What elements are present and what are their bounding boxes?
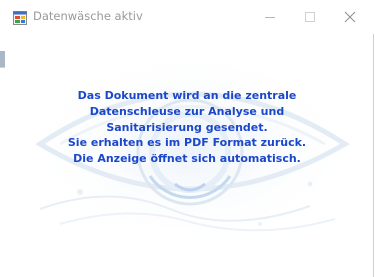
- minimize-button[interactable]: [250, 0, 290, 34]
- maximize-icon: [305, 12, 315, 22]
- dialog-window: Datenwäsche aktiv Das Dokument wird an d…: [0, 0, 374, 277]
- message-line: Datenschleuse zur Analyse und: [89, 104, 285, 118]
- message-line: Sanitarisierung gesendet.: [106, 120, 268, 134]
- message-line: Sie erhalten es im PDF Format zurück.: [67, 136, 307, 150]
- minimize-icon: [265, 17, 275, 18]
- maximize-button[interactable]: [290, 0, 330, 34]
- close-button[interactable]: [330, 0, 370, 34]
- window-title: Datenwäsche aktiv: [33, 9, 143, 23]
- message-line: Das Dokument wird an die zentrale: [77, 89, 297, 102]
- close-icon: [344, 11, 356, 23]
- message-line: Die Anzeige öffnet sich automatisch.: [73, 152, 301, 166]
- windows-form-icon[interactable]: [13, 10, 27, 25]
- title-bar[interactable]: Datenwäsche aktiv: [0, 0, 374, 34]
- status-message: Das Dokument wird an die zentrale Datens…: [30, 88, 344, 167]
